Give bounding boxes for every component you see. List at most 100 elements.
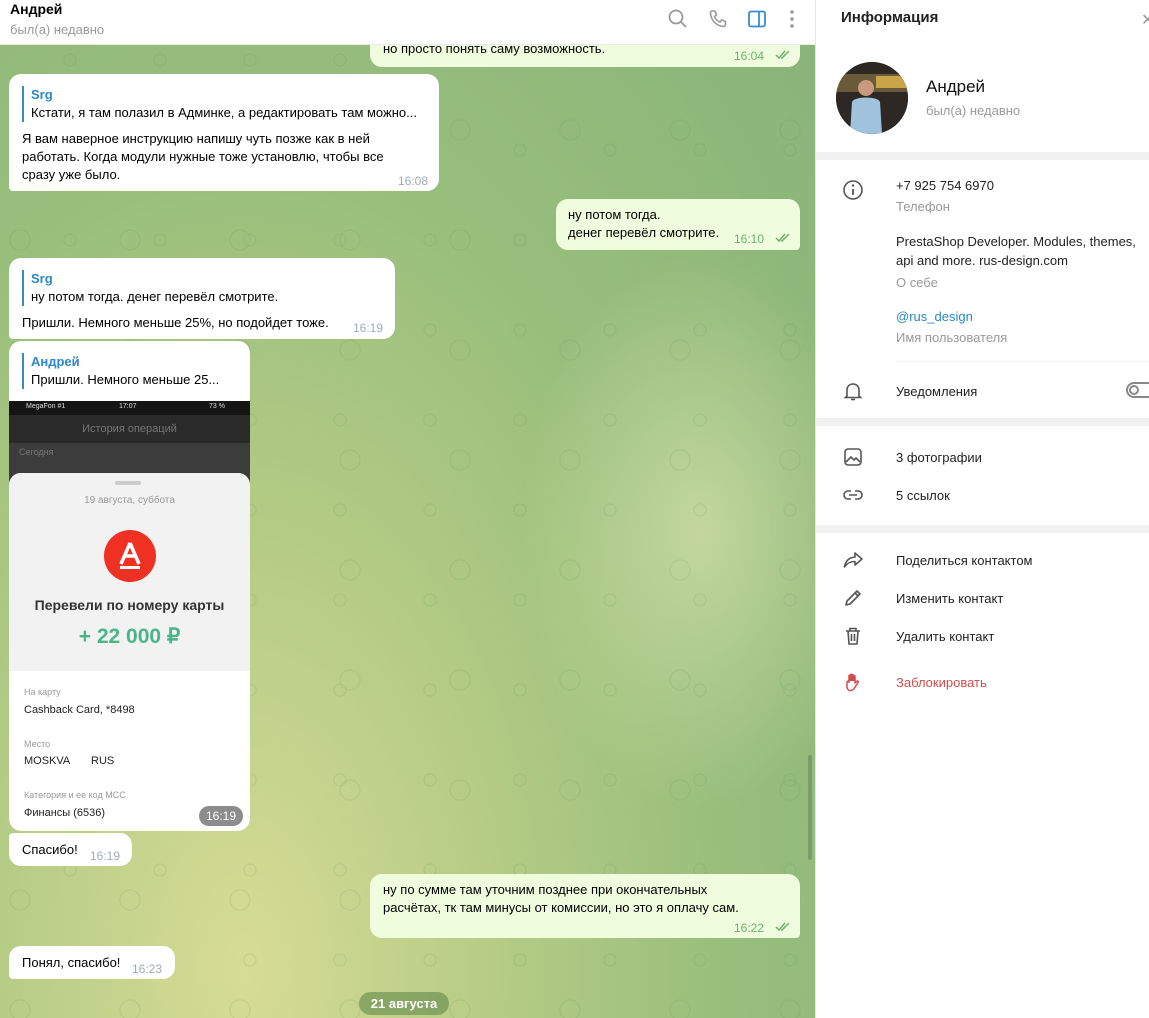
info-icon <box>842 179 864 201</box>
reply-author: Srg <box>31 87 53 102</box>
trash-icon <box>842 625 864 647</box>
message-time: 16:04 <box>734 49 765 63</box>
pencil-icon <box>842 587 864 609</box>
message-outgoing[interactable]: ну потом тогда. денег перевёл смотрите. … <box>556 199 800 250</box>
username-label: Имя пользователя <box>896 330 1008 345</box>
phone-number[interactable]: +7 925 754 6970 <box>896 176 994 195</box>
message-incoming[interactable]: Понял, спасибо! 16:23 <box>9 946 175 979</box>
divider <box>816 525 1149 533</box>
hand-icon <box>842 671 864 693</box>
bio-label: О себе <box>896 275 938 290</box>
bank-logo <box>104 530 156 582</box>
bio-text[interactable]: PrestaShop Developer. Modules, themes, a… <box>896 232 1136 270</box>
reply-quote[interactable]: Андрей Пришли. Немного меньше 25... <box>22 353 242 389</box>
message-line: ну по сумме там уточним позднее при окон… <box>383 882 708 897</box>
carrier-text: MegaFon #1 <box>26 403 66 410</box>
block-contact-button[interactable]: Заблокировать <box>896 673 987 692</box>
message-time: 16:10 <box>734 232 765 246</box>
photo-time: 16:19 <box>199 806 243 826</box>
bell-icon <box>842 380 864 402</box>
reply-text: Пришли. Немного меньше 25... <box>31 372 220 387</box>
share-contact-button[interactable]: Поделиться контактом <box>896 551 1033 570</box>
message-text: Спасибо! <box>22 842 78 857</box>
place-city: MOSKVA <box>24 755 71 767</box>
links-item[interactable]: 5 ссылок <box>896 486 950 505</box>
chat-title[interactable]: Андрей <box>10 1 62 17</box>
message-time: 16:19 <box>90 849 121 863</box>
receipt-card: 19 августа, суббота Перевели по номеру к… <box>9 473 250 831</box>
clock-text: 17:07 <box>119 403 137 410</box>
reply-text: ну потом тогда. денег перевёл смотрите. <box>31 289 279 304</box>
photos-item[interactable]: 3 фотографии <box>896 448 982 467</box>
message-line: расчётах, тк там минусы от комиссии, но … <box>383 900 739 915</box>
message-time: 16:08 <box>398 174 429 188</box>
reply-author: Srg <box>31 271 53 286</box>
battery-text: 73 % <box>209 403 225 410</box>
message-incoming[interactable]: Srg Кстати, я там полазил в Админке, а р… <box>9 74 439 191</box>
receipt-photo[interactable]: MegaFon #1 17:07 73 % История операций С… <box>9 401 250 831</box>
message-time: 16:22 <box>734 921 765 935</box>
more-vertical-icon[interactable] <box>781 8 803 30</box>
message-outgoing[interactable]: ну по сумме там уточним позднее при окон… <box>370 874 800 938</box>
receipt-card-header: 19 августа, суббота Перевели по номеру к… <box>9 473 250 671</box>
bio-line: api and more. rus-design.com <box>896 253 1068 268</box>
message-line: работать. Когда модули нужные тоже устан… <box>22 149 384 164</box>
profile-name: Андрей <box>926 77 986 96</box>
reply-author: Андрей <box>31 354 80 369</box>
app-bar: История операций <box>9 415 250 443</box>
username-link[interactable]: @rus_design <box>896 309 973 324</box>
divider <box>816 152 1149 160</box>
screen-title: История операций <box>82 423 177 435</box>
message-line: ну потом тогда. <box>568 207 661 222</box>
chat-status: был(а) недавно <box>10 22 105 37</box>
sidebar-toggle-icon[interactable] <box>746 8 768 30</box>
message-text: ну по сумме там уточним позднее при окон… <box>383 881 739 917</box>
double-check-icon <box>775 50 790 60</box>
message-text: Я вам наверное инструкцию напишу чуть по… <box>22 130 384 184</box>
message-incoming[interactable]: Спасибо! 16:19 <box>9 833 132 866</box>
notifications-toggle[interactable] <box>1126 382 1149 398</box>
profile-status: был(а) недавно <box>926 103 1021 118</box>
message-text: Понял, спасибо! <box>22 955 121 970</box>
message-incoming[interactable]: Srg ну потом тогда. денег перевёл смотри… <box>9 258 395 339</box>
place-country: RUS <box>91 755 115 767</box>
phone-status-bar: MegaFon #1 17:07 73 % <box>9 401 250 415</box>
message-time: 16:23 <box>132 962 163 976</box>
receipt-amount: + 22 000 ₽ <box>78 625 181 648</box>
date-separator: 21 августа <box>359 992 449 1015</box>
double-check-icon <box>775 922 790 932</box>
link-icon <box>842 484 864 506</box>
reply-quote[interactable]: Srg ну потом тогда. денег перевёл смотри… <box>22 270 382 306</box>
close-icon[interactable]: ✕ <box>1141 10 1149 30</box>
double-check-icon <box>775 233 790 243</box>
share-icon <box>842 549 864 571</box>
receipt-date: 19 августа, суббота <box>84 495 175 506</box>
phone-label: Телефон <box>896 199 950 214</box>
place-label: Место <box>24 739 51 749</box>
info-pane: Информация ✕ Андрей был(а) недавно +7 92… <box>815 0 1149 1018</box>
reply-text: Кстати, я там полазил в Админке, а редак… <box>31 105 417 120</box>
notifications-label[interactable]: Уведомления <box>896 382 977 401</box>
reply-quote[interactable]: Srg Кстати, я там полазил в Админке, а р… <box>22 86 430 122</box>
avatar[interactable] <box>836 62 908 134</box>
bio-line: PrestaShop Developer. Modules, themes, <box>896 234 1136 249</box>
chat-scrollbar[interactable] <box>808 755 812 860</box>
today-label: Сегодня <box>19 447 54 457</box>
receipt-title: Перевели по номеру карты <box>34 597 225 613</box>
message-line: денег перевёл смотрите. <box>568 225 720 240</box>
message-text: Пришли. Немного меньше 25%, но подойдет … <box>22 315 329 330</box>
mcc-value: Финансы (6536) <box>24 807 106 819</box>
divider <box>816 418 1149 426</box>
delete-contact-button[interactable]: Удалить контакт <box>896 627 994 646</box>
info-title: Информация <box>841 9 939 26</box>
message-time: 16:19 <box>353 321 384 335</box>
photo-icon <box>842 446 864 468</box>
chat-header: Андрей был(а) недавно <box>0 0 815 45</box>
edit-contact-button[interactable]: Изменить контакт <box>896 589 1003 608</box>
phone-icon[interactable] <box>707 8 729 30</box>
search-icon[interactable] <box>667 8 689 30</box>
message-line: сразу уже было. <box>22 167 121 182</box>
chat-pane: Андрей был(а) недавно но просто понять с… <box>0 0 815 1018</box>
card-value: Cashback Card, *8498 <box>24 704 135 716</box>
divider <box>896 361 1149 362</box>
